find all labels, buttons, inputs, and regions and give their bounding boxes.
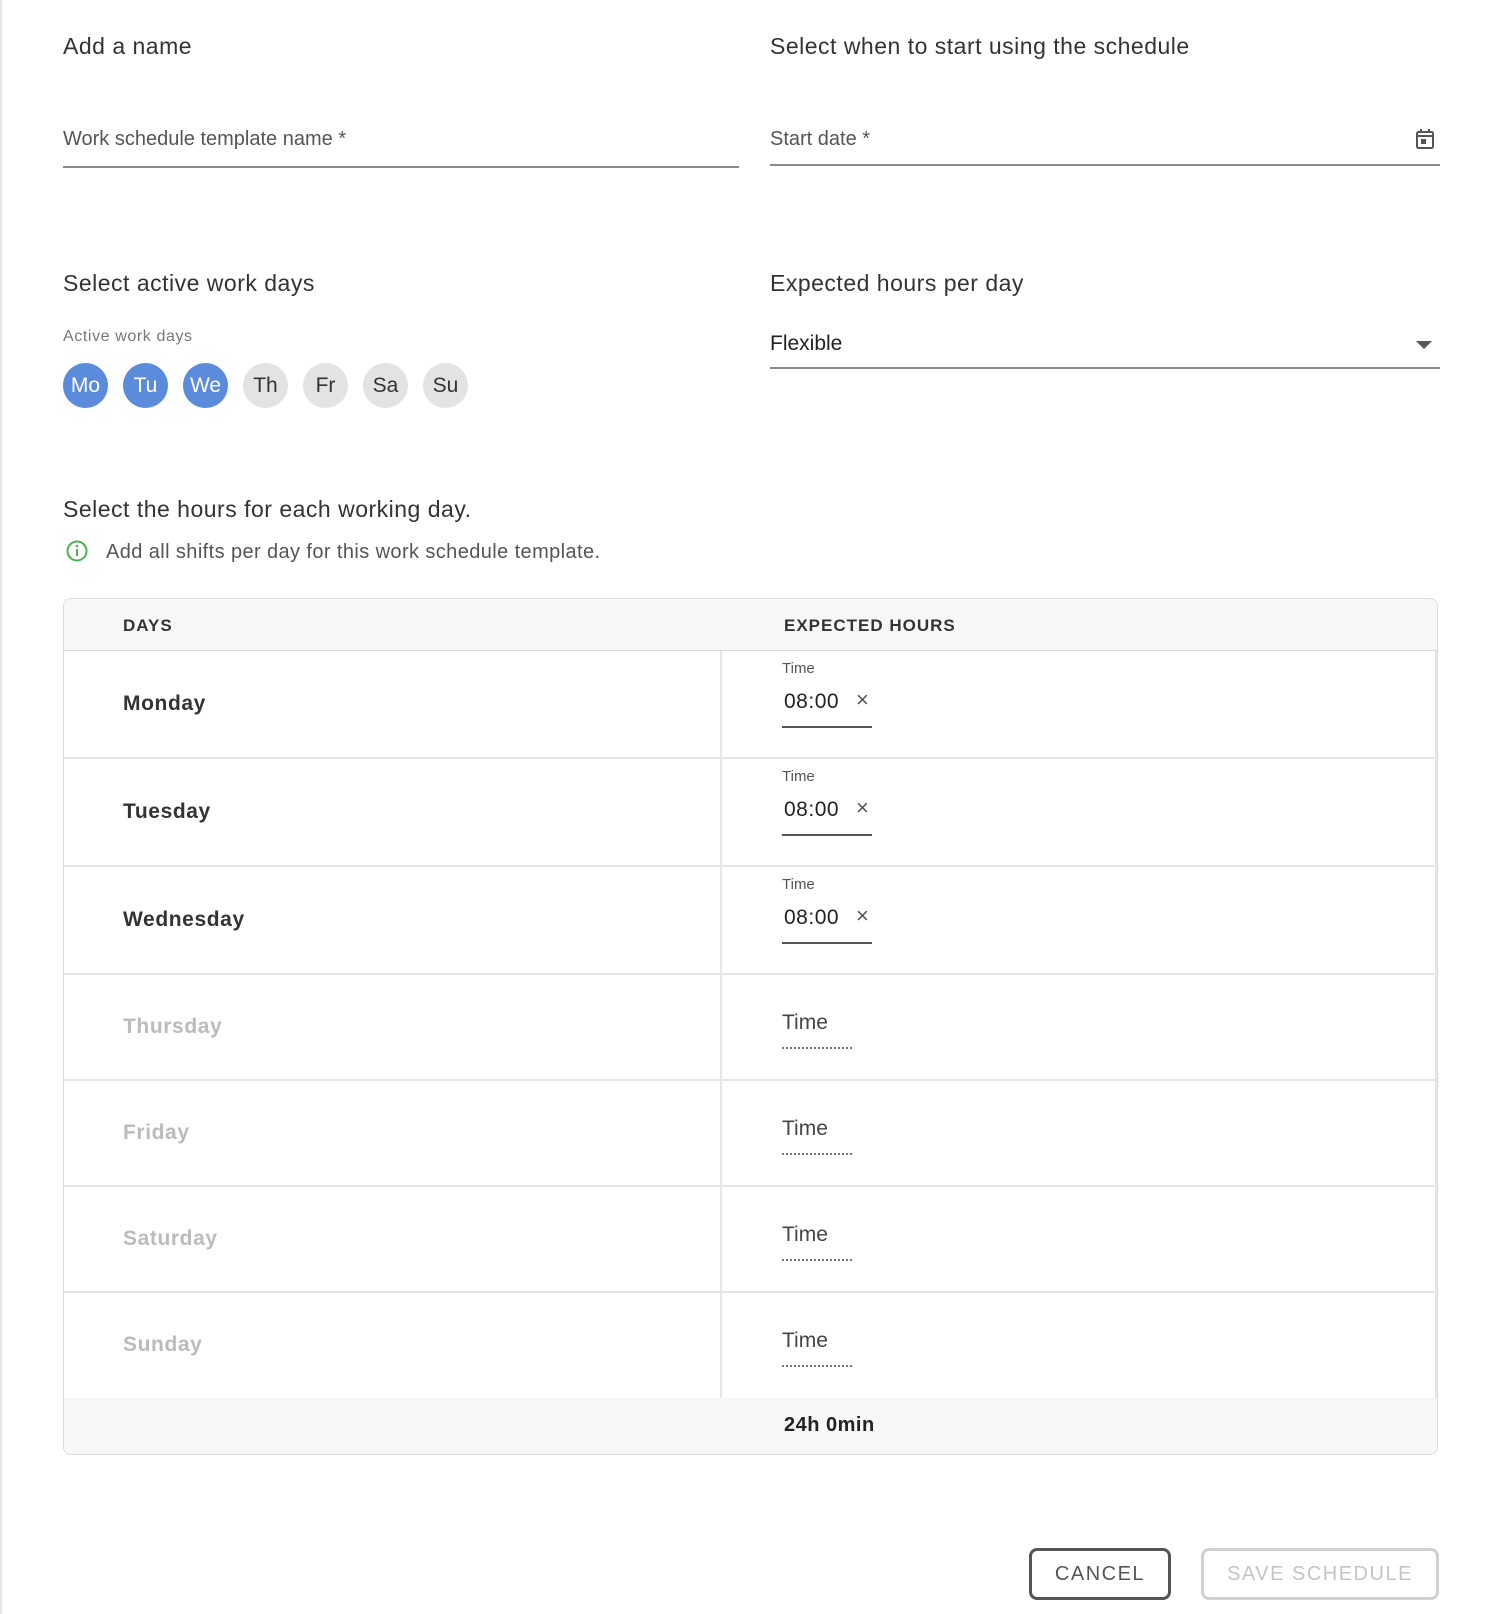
time-input-tuesday[interactable]: 08:00 bbox=[784, 798, 839, 822]
table-footer: 24h 0min bbox=[64, 1398, 1437, 1454]
calendar-icon[interactable] bbox=[1415, 128, 1435, 150]
time-input-sunday[interactable]: Time bbox=[782, 1329, 828, 1353]
info-icon bbox=[66, 540, 88, 562]
clear-icon[interactable]: × bbox=[856, 795, 869, 821]
table-row-monday: Monday Time 08:00 × bbox=[64, 651, 1437, 759]
table-row-saturday: Saturday Time bbox=[64, 1187, 1437, 1293]
schedule-section-title: Select the hours for each working day. bbox=[63, 496, 472, 522]
day-toggle-th[interactable]: Th bbox=[243, 363, 288, 408]
save-schedule-button[interactable]: SAVE SCHEDULE bbox=[1201, 1548, 1439, 1600]
start-date-field[interactable]: Start date * bbox=[770, 110, 1440, 168]
start-section-title: Select when to start using the schedule bbox=[770, 33, 1190, 59]
clear-icon[interactable]: × bbox=[856, 687, 869, 713]
hours-section-title: Expected hours per day bbox=[770, 270, 1024, 296]
table-row-friday: Friday Time bbox=[64, 1081, 1437, 1187]
day-label-monday: Monday bbox=[123, 692, 206, 715]
time-input-friday[interactable]: Time bbox=[782, 1117, 828, 1141]
time-dots-friday bbox=[782, 1153, 852, 1155]
schedule-info-text: Add all shifts per day for this work sch… bbox=[106, 541, 601, 563]
day-toggle-fr[interactable]: Fr bbox=[303, 363, 348, 408]
time-label-monday: Time bbox=[782, 660, 815, 677]
caret-down-icon[interactable] bbox=[1416, 340, 1432, 350]
start-date-underline bbox=[770, 164, 1440, 166]
time-input-monday[interactable]: 08:00 bbox=[784, 690, 839, 714]
day-label-sunday: Sunday bbox=[123, 1333, 203, 1356]
day-label-thursday: Thursday bbox=[123, 1015, 223, 1038]
day-toggle-sa[interactable]: Sa bbox=[363, 363, 408, 408]
time-underline-wednesday bbox=[782, 942, 872, 944]
table-row-thursday: Thursday Time bbox=[64, 975, 1437, 1081]
time-underline-monday bbox=[782, 726, 872, 728]
header-days: DAYS bbox=[123, 616, 173, 635]
day-toggle-tu[interactable]: Tu bbox=[123, 363, 168, 408]
time-dots-sunday bbox=[782, 1365, 852, 1367]
header-expected-hours: EXPECTED HOURS bbox=[784, 616, 956, 635]
time-input-wednesday[interactable]: 08:00 bbox=[784, 906, 839, 930]
name-section-title: Add a name bbox=[63, 33, 193, 59]
day-toggle-su[interactable]: Su bbox=[423, 363, 468, 408]
expected-hours-value: Flexible bbox=[770, 332, 843, 355]
time-label-tuesday: Time bbox=[782, 768, 815, 785]
table-row-sunday: Sunday Time bbox=[64, 1293, 1437, 1400]
time-label-wednesday: Time bbox=[782, 876, 815, 893]
time-underline-tuesday bbox=[782, 834, 872, 836]
table-row-tuesday: Tuesday Time 08:00 × bbox=[64, 759, 1437, 867]
cancel-button[interactable]: CANCEL bbox=[1029, 1548, 1171, 1600]
day-label-saturday: Saturday bbox=[123, 1227, 218, 1250]
day-label-wednesday: Wednesday bbox=[123, 908, 245, 931]
table-header: DAYS EXPECTED HOURS bbox=[64, 599, 1437, 651]
time-dots-thursday bbox=[782, 1047, 852, 1049]
time-input-saturday[interactable]: Time bbox=[782, 1223, 828, 1247]
day-label-friday: Friday bbox=[123, 1121, 190, 1144]
template-name-underline bbox=[63, 166, 739, 168]
template-name-label: Work schedule template name * bbox=[63, 128, 347, 150]
total-hours: 24h 0min bbox=[784, 1414, 875, 1436]
schedule-table: DAYS EXPECTED HOURS Monday Time 08:00 × … bbox=[63, 598, 1438, 1455]
template-name-field[interactable]: Work schedule template name * bbox=[63, 110, 739, 168]
time-dots-saturday bbox=[782, 1259, 852, 1261]
table-row-wednesday: Wednesday Time 08:00 × bbox=[64, 867, 1437, 975]
expected-hours-select[interactable]: Flexible bbox=[770, 326, 1440, 370]
workdays-section-title: Select active work days bbox=[63, 270, 315, 296]
day-toggle-we[interactable]: We bbox=[183, 363, 228, 408]
day-toggle-mo[interactable]: Mo bbox=[63, 363, 108, 408]
active-work-days-label: Active work days bbox=[63, 328, 193, 345]
clear-icon[interactable]: × bbox=[856, 903, 869, 929]
start-date-label: Start date * bbox=[770, 128, 871, 150]
time-input-thursday[interactable]: Time bbox=[782, 1011, 828, 1035]
day-label-tuesday: Tuesday bbox=[123, 800, 211, 823]
expected-hours-underline bbox=[770, 367, 1440, 369]
